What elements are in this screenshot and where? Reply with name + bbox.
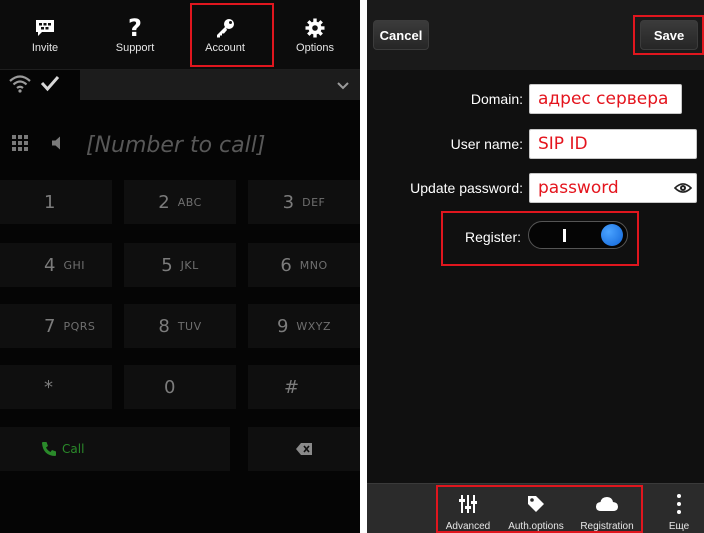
- wifi-icon: [8, 73, 32, 98]
- dial-key-digit: 6: [280, 254, 292, 276]
- dial-key-letters: GHI: [63, 258, 85, 272]
- dial-key-digit: 3: [282, 191, 295, 213]
- nav-options[interactable]: Options: [270, 0, 360, 70]
- auth-options-label: Auth.options: [508, 521, 564, 532]
- dial-key-letters: TUV: [177, 319, 202, 333]
- nav-account[interactable]: Account: [180, 0, 270, 70]
- dial-key-letters: JKL: [180, 258, 199, 272]
- toggle-knob: [601, 224, 623, 246]
- dial-key[interactable]: 9 WXYZ: [248, 304, 360, 348]
- call-button[interactable]: Call: [0, 427, 230, 471]
- dial-key-letters: ABC: [177, 195, 202, 209]
- bbm-chat-icon: [34, 16, 56, 40]
- dial-key-letters: DEF: [302, 195, 326, 209]
- dial-key-digit: 0: [164, 376, 176, 398]
- dial-key-digit: 8: [158, 315, 170, 337]
- register-label: Register:: [464, 229, 521, 245]
- dial-key[interactable]: 1: [0, 180, 112, 224]
- dial-key[interactable]: 7 PQRS: [0, 304, 112, 348]
- password-input[interactable]: [529, 173, 697, 203]
- status-icons: [0, 70, 78, 100]
- call-label: Call: [62, 442, 85, 456]
- dial-key-digit: #: [284, 376, 300, 398]
- dial-key[interactable]: 3 DEF: [248, 180, 360, 224]
- nav-invite-label: Invite: [31, 42, 59, 54]
- nav-support-label: Support: [115, 42, 155, 54]
- nav-invite[interactable]: Invite: [0, 0, 90, 70]
- dial-key[interactable]: *: [0, 365, 112, 409]
- nav-options-label: Options: [296, 42, 334, 54]
- nav-account-label: Account: [205, 42, 245, 54]
- dial-key[interactable]: 5 JKL: [124, 243, 236, 287]
- registration-action[interactable]: Registration: [574, 484, 640, 533]
- bottom-action-bar: Advanced Auth.options Registration Еще: [367, 483, 704, 533]
- dial-key[interactable]: 2 ABC: [124, 180, 236, 224]
- sliders-icon: [457, 492, 479, 516]
- dial-key[interactable]: 6 MNO: [248, 243, 360, 287]
- dial-key-digit: 5: [161, 254, 173, 276]
- account-settings-screen: Cancel Save Domain: User name: Update pa…: [367, 0, 704, 533]
- domain-label: Domain:: [470, 91, 523, 107]
- checkmark-icon: [40, 74, 60, 97]
- cloud-icon: [595, 492, 619, 516]
- dial-key-digit: 9: [276, 315, 289, 337]
- key-icon: [214, 16, 236, 40]
- username-input[interactable]: [529, 129, 697, 159]
- dial-key-digit: 2: [158, 191, 170, 213]
- question-mark-icon: ?: [128, 14, 142, 42]
- number-to-call-input[interactable]: [86, 130, 336, 160]
- dial-key-digit: 7: [44, 315, 56, 337]
- speaker-icon[interactable]: [50, 135, 66, 156]
- register-toggle[interactable]: [528, 221, 628, 249]
- dialer-screen: Invite ? Support Account Options [Number…: [0, 0, 360, 533]
- dial-key[interactable]: #: [248, 365, 360, 409]
- dial-key[interactable]: 4 GHI: [0, 243, 112, 287]
- top-navigation: Invite ? Support Account Options: [0, 0, 360, 70]
- advanced-label: Advanced: [445, 521, 491, 532]
- dial-key[interactable]: 8 TUV: [124, 304, 236, 348]
- phone-icon: [40, 440, 58, 458]
- backspace-button[interactable]: [248, 427, 360, 471]
- chevron-down-icon: [336, 78, 350, 96]
- dial-key-letters: PQRS: [63, 319, 96, 333]
- tag-icon: [525, 492, 547, 516]
- backspace-icon: [296, 439, 312, 460]
- auth-options-action[interactable]: Auth.options: [503, 484, 569, 533]
- dial-key-digit: 4: [44, 254, 56, 276]
- dial-key[interactable]: 0: [124, 365, 236, 409]
- more-action[interactable]: Еще: [659, 484, 699, 533]
- settings-title-bar: Cancel Save: [367, 0, 704, 70]
- password-label: Update password:: [410, 180, 523, 196]
- dial-key-digit: 1: [44, 191, 56, 213]
- cancel-button[interactable]: Cancel: [373, 20, 429, 50]
- more-label: Еще: [668, 521, 690, 532]
- account-selector[interactable]: [80, 70, 360, 100]
- advanced-action[interactable]: Advanced: [440, 484, 496, 533]
- show-password-eye-icon[interactable]: [673, 180, 693, 201]
- dial-key-letters: MNO: [299, 258, 328, 272]
- toggle-on-bar: [563, 229, 566, 242]
- more-vertical-icon: [676, 492, 682, 516]
- registration-label: Registration: [580, 521, 634, 532]
- gear-icon: [304, 16, 326, 40]
- dialpad-grid-icon: [12, 135, 28, 156]
- domain-input[interactable]: [529, 84, 682, 114]
- nav-support[interactable]: ? Support: [90, 0, 180, 70]
- username-label: User name:: [450, 136, 523, 152]
- save-button[interactable]: Save: [640, 20, 698, 50]
- dial-key-letters: WXYZ: [296, 319, 332, 333]
- dial-key-digit: *: [44, 376, 53, 398]
